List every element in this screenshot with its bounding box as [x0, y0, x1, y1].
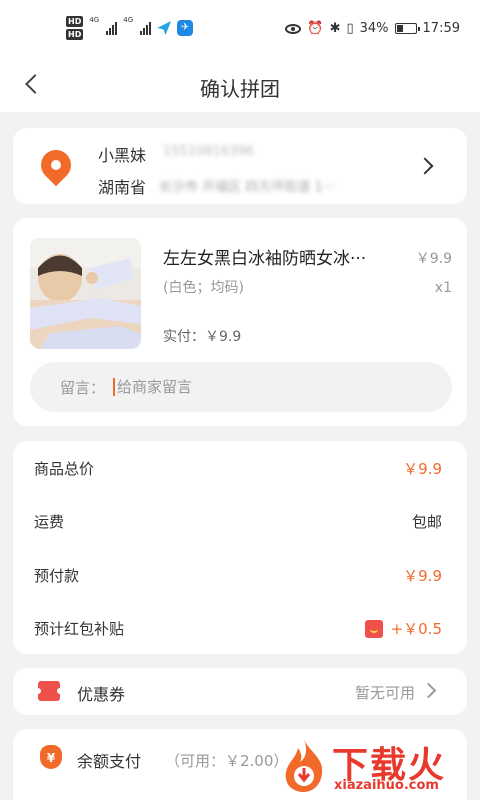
page-title: 确认拼团	[200, 77, 280, 101]
eye-icon	[285, 23, 302, 34]
message-box: 留言：	[30, 362, 452, 412]
price-row-label: 商品总价	[34, 459, 95, 478]
address-province: 湖南省	[98, 178, 147, 197]
coupon-value: 暂无可用	[354, 684, 415, 702]
price-row-subtotal: 商品总价 ￥9.9	[34, 456, 442, 480]
balance-available: （可用：￥2.00）	[165, 752, 289, 770]
message-input[interactable]	[117, 378, 338, 396]
price-row-label: 运费	[34, 512, 65, 531]
price-row-label: 预计红包补贴	[34, 619, 125, 638]
network-type: 4G	[123, 16, 134, 24]
battery-percent: 34%	[359, 21, 389, 36]
status-bar: HD HD 4G 4G ✈ ⏰ ✱ ▯ 34% 17:59	[0, 0, 480, 60]
send-app-icon	[157, 21, 172, 35]
redpacket-value: +￥0.5	[364, 618, 442, 639]
paid-label: 实付：	[163, 329, 205, 345]
product-image[interactable]	[30, 238, 141, 349]
product-card: 左左女黑白冰袖防晒女冰··· ￥9.9 (白色；均码) x1 实付：￥9.9 留…	[13, 218, 467, 426]
product-photo	[30, 238, 141, 349]
price-row-value: ￥9.9	[403, 459, 442, 478]
clock: 17:59	[422, 21, 460, 36]
price-row-value: +￥0.5	[390, 619, 442, 638]
address-card[interactable]: 小黑妹 15510816396 湖南省 长沙市 开福区 四方坪街道 1···	[13, 128, 467, 204]
network-type: 4G	[89, 16, 100, 24]
status-right: ⏰ ✱ ▯ 34% 17:59	[285, 21, 460, 36]
coupon-card[interactable]: 优惠券 暂无可用	[13, 668, 467, 715]
hd-badge: HD	[66, 16, 84, 27]
product-quantity: x1	[434, 280, 452, 296]
vibrate-icon: ▯	[346, 21, 354, 36]
status-left: HD HD 4G 4G ✈	[66, 16, 194, 40]
paid-value: ￥9.9	[205, 329, 242, 345]
balance-label: 余额支付	[77, 752, 142, 771]
hd-indicator: HD HD	[66, 16, 84, 40]
watermark: 下载火 xiazaihuo.com	[276, 734, 476, 796]
signal-icon	[140, 21, 152, 35]
product-paid: 实付：￥9.9	[163, 326, 241, 346]
coupon-icon	[35, 681, 63, 701]
pricing-card: 商品总价 ￥9.9 运费 包邮 预付款 ￥9.9 预计红包补贴 +￥0.5	[13, 441, 467, 654]
message-label: 留言：	[60, 378, 106, 397]
money-bag-icon: ¥	[40, 745, 62, 769]
product-spec: (白色；均码)	[163, 280, 244, 296]
bluetooth-icon: ✱	[329, 21, 341, 36]
recipient-name: 小黑妹	[98, 146, 147, 165]
chevron-right-icon	[416, 157, 434, 175]
price-row-shipping: 运费 包邮	[34, 509, 442, 533]
price-row-prepay: 预付款 ￥9.9	[34, 563, 442, 587]
nav-bar: 确认拼团	[0, 60, 480, 112]
battery-icon	[394, 23, 420, 34]
flame-logo-icon	[285, 740, 323, 792]
hd-badge: HD	[66, 29, 84, 40]
price-row-value: ￥9.9	[403, 566, 442, 585]
location-pin-icon	[34, 143, 78, 187]
price-row-value: 包邮	[411, 512, 442, 531]
product-title[interactable]: 左左女黑白冰袖防晒女冰···	[163, 244, 366, 269]
red-packet-icon	[364, 620, 383, 638]
price-row-redpacket: 预计红包补贴 +￥0.5	[34, 616, 442, 640]
alarm-icon: ⏰	[307, 21, 324, 36]
coupon-label: 优惠券	[77, 685, 126, 704]
watermark-url: xiazaihuo.com	[334, 778, 439, 793]
product-price: ￥9.9	[415, 251, 452, 267]
messenger-app-icon: ✈	[177, 20, 194, 36]
chevron-right-icon	[420, 682, 437, 699]
text-cursor	[113, 378, 116, 396]
price-row-label: 预付款	[34, 566, 80, 585]
address-detail: 长沙市 开福区 四方坪街道 1···	[159, 180, 336, 195]
recipient-phone: 15510816396	[163, 144, 254, 159]
signal-icon	[106, 21, 118, 35]
